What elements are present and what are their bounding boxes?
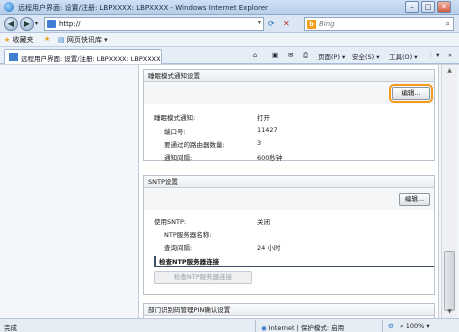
tab-remote-ui[interactable]: 远程用户界面: 设置/注册: LBPXXXX: LBPXXXX: [4, 49, 162, 64]
globe-icon: ◉: [261, 324, 267, 332]
page-favicon-icon: [47, 20, 56, 28]
use-sntp-value: 关闭: [257, 218, 270, 226]
bing-logo-icon: b: [307, 20, 316, 29]
port-label: 端口号:: [164, 128, 186, 136]
check-ntp-button[interactable]: 检查NTP服务器连接: [154, 271, 252, 284]
favorites-label: 收藏夹: [12, 36, 34, 44]
search-placeholder: Bing: [319, 20, 335, 28]
address-input[interactable]: http:// ▾: [44, 17, 264, 31]
dept-id-section: 部门识别码管理PIN确认设置: [143, 303, 435, 318]
sleep-notification-title: 睡眠模式通知设置: [144, 70, 434, 82]
page-viewport: 睡眠模式通知设置 编辑... 睡眠模式通知: 打开 端口号: 11427 要通过…: [0, 64, 459, 318]
sntp-toolbar: 编辑...: [144, 188, 434, 210]
dept-id-title: 部门识别码管理PIN确认设置: [144, 304, 434, 316]
history-dropdown-icon[interactable]: ▾: [35, 18, 38, 30]
web-slice-dropdown-icon: ▾: [104, 36, 108, 44]
help-menu[interactable]: ❔ ▾: [426, 51, 439, 59]
check-ntp-divider: [154, 266, 434, 267]
forward-button[interactable]: ▶: [20, 17, 34, 31]
sntp-section: SNTP设置 编辑... 使用SNTP: 关闭 NTP服务器名称: 查询间隔: …: [143, 175, 435, 295]
home-icon[interactable]: ⌂: [253, 51, 257, 59]
zone-label: Internet | 保护模式: 启用: [268, 324, 345, 332]
routers-label: 要通过的路由器数量:: [164, 141, 225, 149]
status-bar: 完成 ◉ Internet | 保护模式: 启用 ⚙ ⌕ 100% ▾: [0, 318, 459, 332]
refresh-icon[interactable]: ⟳: [268, 18, 275, 30]
sntp-edit-button[interactable]: 编辑...: [399, 193, 430, 206]
use-sntp-label: 使用SNTP:: [154, 218, 187, 226]
favorites-button[interactable]: ★ 收藏夹: [4, 35, 34, 45]
scroll-down-icon[interactable]: ▼: [444, 307, 455, 317]
sleep-notification-toolbar: 编辑...: [144, 82, 434, 104]
window-title-bar: 远程用户界面: 设置/注册: LBPXXXX: LBPXXXX - Window…: [0, 0, 459, 15]
sleep-mode-label: 睡眠模式通知:: [154, 114, 196, 122]
sleep-notification-section: 睡眠模式通知设置 编辑... 睡眠模式通知: 打开 端口号: 11427 要通过…: [143, 69, 435, 162]
ntp-server-label: NTP服务器名称:: [164, 231, 212, 239]
sleep-mode-value: 打开: [257, 114, 270, 122]
zoom-icon: ⌕: [400, 322, 404, 330]
status-separator: [255, 320, 256, 332]
search-icon[interactable]: ⌕: [446, 19, 450, 29]
sleep-notification-edit-button[interactable]: 编辑...: [389, 84, 433, 103]
stop-icon[interactable]: ✕: [283, 18, 290, 30]
address-toolbar: ◀ ▶ ▾ http:// ▾ ⟳ ✕ b Bing ⌕: [0, 15, 459, 33]
settings-content: 睡眠模式通知设置 编辑... 睡眠模式通知: 打开 端口号: 11427 要通过…: [138, 65, 439, 318]
security-icon[interactable]: ⚙: [388, 322, 394, 330]
back-button[interactable]: ◀: [4, 17, 18, 31]
web-slice-gallery-link[interactable]: ▤ 网页快讯库 ▾: [58, 35, 108, 45]
status-separator: [382, 320, 383, 332]
add-favorite-icon[interactable]: ★: [44, 35, 50, 43]
zoom-level: 100%: [405, 322, 425, 330]
window-title: 远程用户界面: 设置/注册: LBPXXXX: LBPXXXX - Window…: [18, 4, 268, 12]
feeds-icon[interactable]: ▣: [272, 51, 278, 59]
tab-favicon-icon: [9, 53, 18, 61]
interval-label: 通知间隔:: [164, 154, 193, 162]
web-slice-icon: ▤: [58, 36, 65, 44]
tab-label: 远程用户界面: 设置/注册: LBPXXXX: LBPXXXX: [21, 55, 161, 63]
close-window-button[interactable]: ✕: [437, 1, 451, 13]
zoom-control[interactable]: ⌕ 100% ▾: [400, 322, 430, 331]
query-interval-label: 查询间隔:: [164, 244, 193, 252]
page-menu[interactable]: 页面(P) ▾: [318, 51, 345, 61]
maximize-button[interactable]: □: [421, 1, 435, 13]
safety-menu[interactable]: 安全(S) ▾: [352, 51, 380, 61]
search-box[interactable]: b Bing ⌕: [304, 17, 454, 31]
sntp-title: SNTP设置: [144, 176, 434, 188]
query-interval-value: 24 小时: [257, 244, 281, 252]
web-slice-label: 网页快讯库: [66, 36, 102, 44]
routers-value: 3: [257, 139, 262, 147]
vertical-scrollbar[interactable]: ▲ ▼: [441, 65, 457, 318]
status-text: 完成: [4, 324, 17, 332]
ie-logo-icon: [4, 2, 14, 12]
tools-menu[interactable]: 工具(O) ▾: [389, 51, 418, 61]
star-icon: ★: [4, 36, 11, 44]
scroll-up-icon[interactable]: ▲: [444, 66, 455, 76]
interval-value: 600秒钟: [257, 154, 283, 162]
more-commands-icon[interactable]: »: [448, 51, 452, 59]
minimize-button[interactable]: –: [405, 1, 419, 13]
address-url: http://: [59, 20, 81, 28]
address-dropdown-icon[interactable]: ▾: [258, 19, 261, 26]
scroll-thumb[interactable]: [444, 251, 455, 311]
print-icon[interactable]: ⎙: [303, 51, 308, 60]
mail-icon[interactable]: ✉: [288, 51, 293, 59]
check-ntp-heading: 检查NTP服务器连接: [154, 256, 219, 266]
port-value: 11427: [257, 126, 278, 134]
tab-row: 远程用户界面: 设置/注册: LBPXXXX: LBPXXXX ⌂ ▣ ✉ ⎙ …: [0, 47, 459, 64]
zone-info[interactable]: ◉ Internet | 保护模式: 启用: [261, 322, 344, 332]
favorites-bar: ★ 收藏夹 ★ ▤ 网页快讯库 ▾: [0, 33, 459, 47]
zoom-dropdown-icon: ▾: [426, 322, 430, 330]
